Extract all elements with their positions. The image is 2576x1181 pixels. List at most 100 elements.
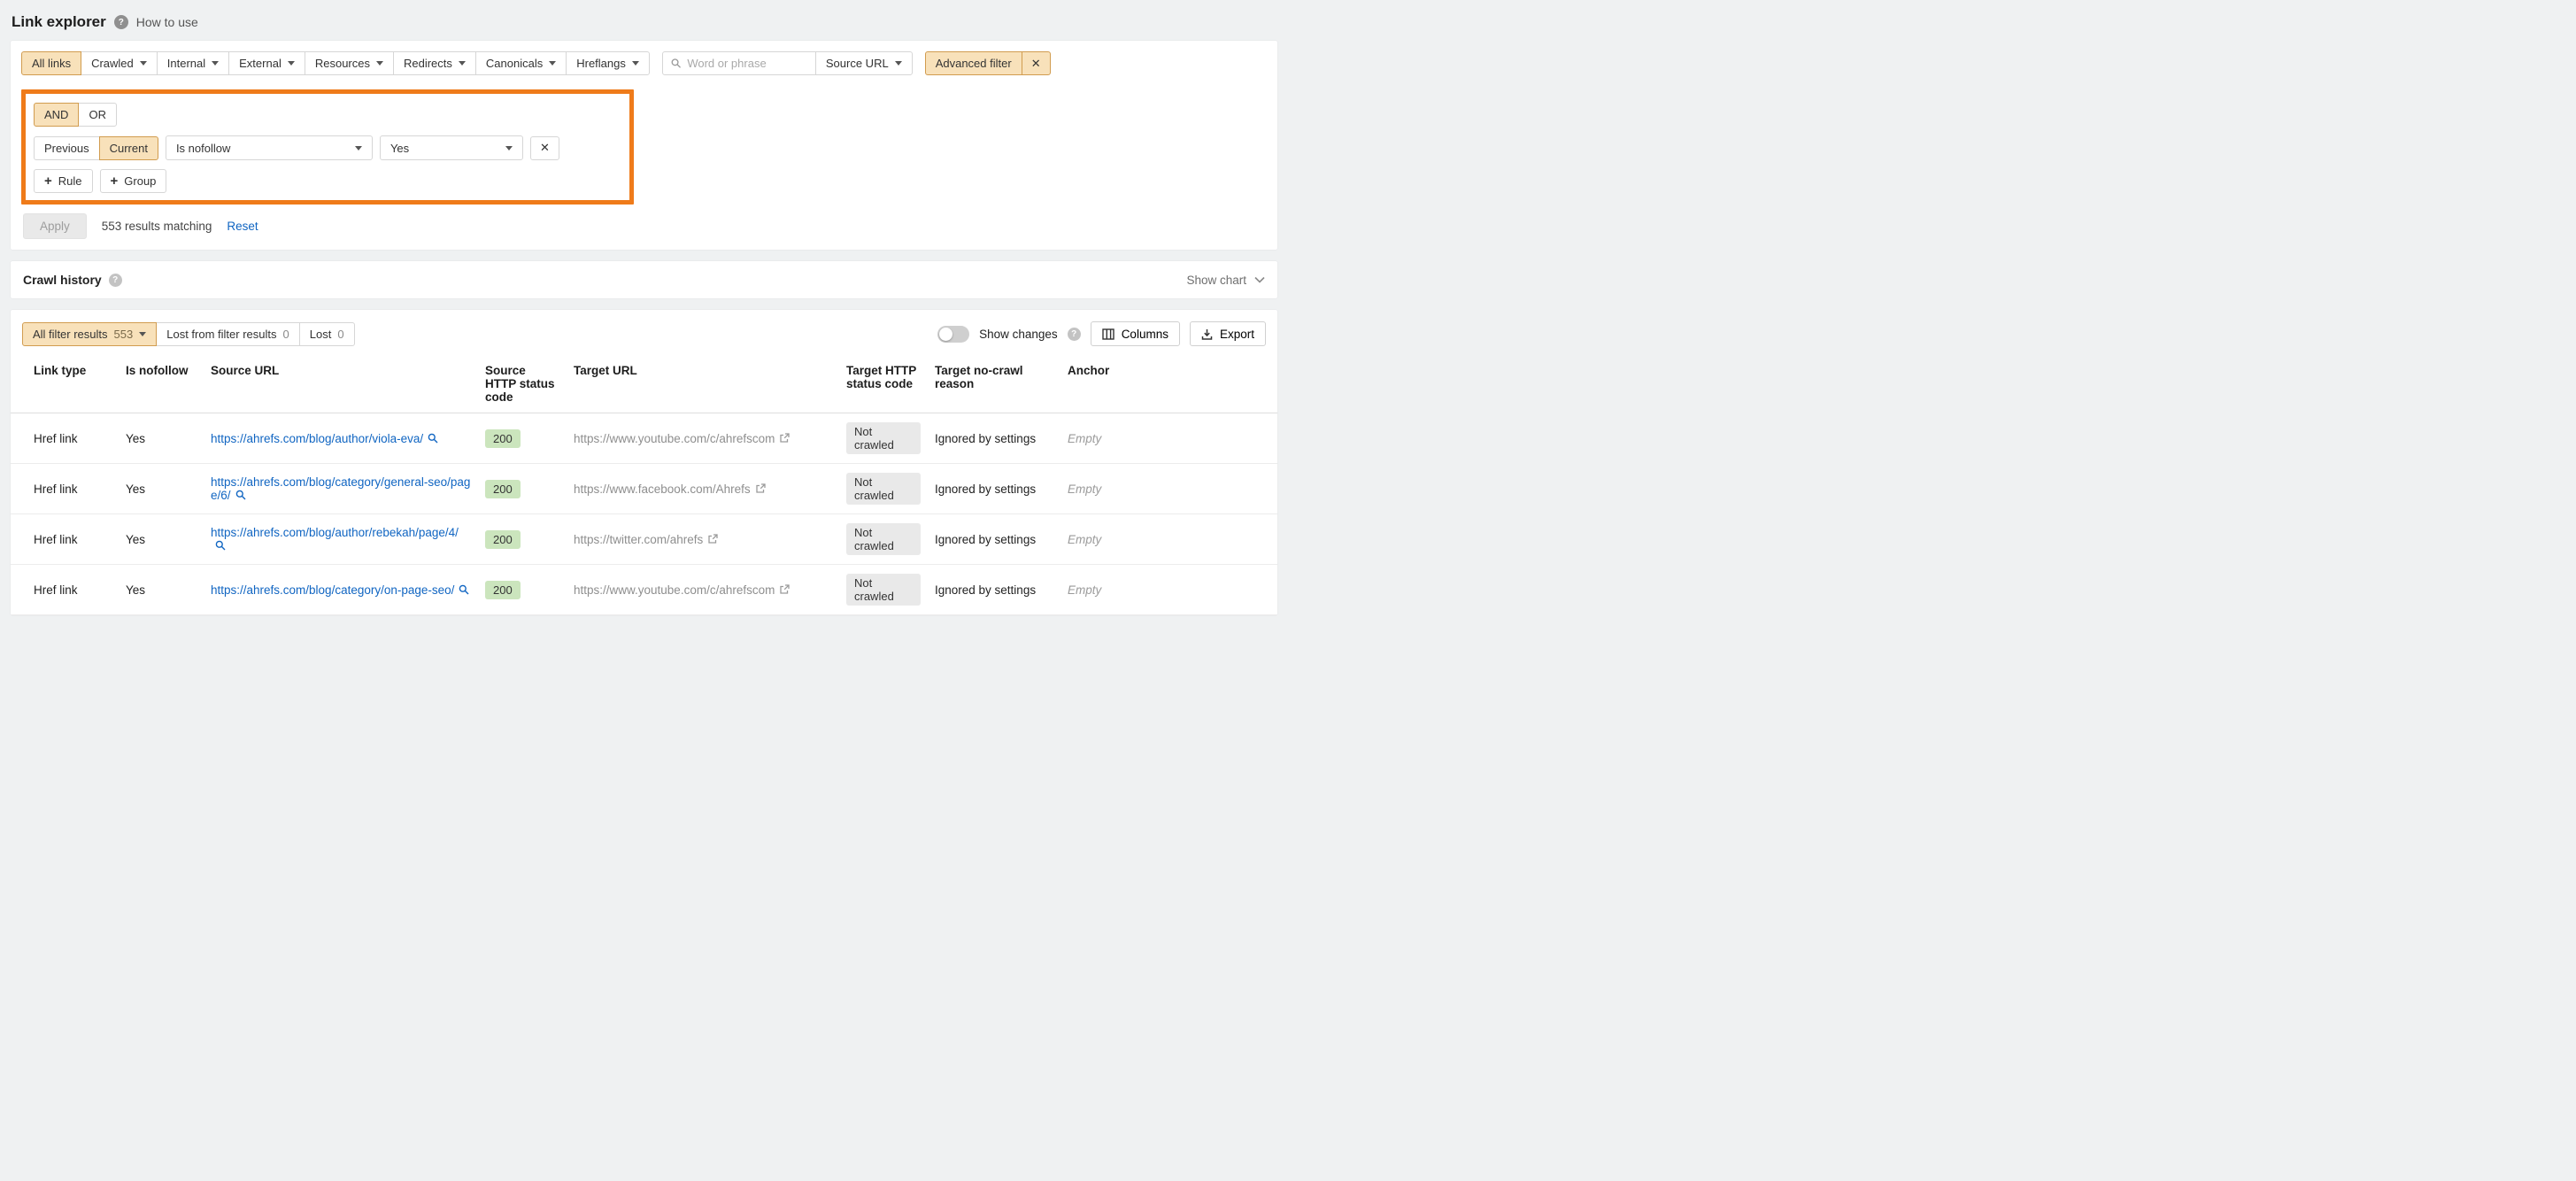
col-header-anchor[interactable]: Anchor bbox=[1068, 355, 1277, 413]
source-url-link[interactable]: https://ahrefs.com/blog/category/general… bbox=[211, 475, 470, 502]
and-button[interactable]: AND bbox=[34, 103, 79, 127]
status-badge: Not crawled bbox=[846, 574, 921, 606]
inspect-icon[interactable] bbox=[428, 433, 438, 444]
filter-redirects-button[interactable]: Redirects bbox=[393, 51, 476, 75]
filter-canonicals-button[interactable]: Canonicals bbox=[475, 51, 567, 75]
filter-resources-button[interactable]: Resources bbox=[305, 51, 394, 75]
cell-link-type: Href link bbox=[11, 565, 126, 615]
advanced-filter-close-button[interactable]: ✕ bbox=[1022, 51, 1051, 75]
tab-all-filter-results[interactable]: All filter results 553 bbox=[22, 322, 157, 346]
remove-rule-button[interactable]: ✕ bbox=[530, 136, 559, 160]
columns-label: Columns bbox=[1122, 328, 1168, 341]
source-url-dropdown[interactable]: Source URL bbox=[815, 51, 913, 75]
columns-button[interactable]: Columns bbox=[1091, 321, 1180, 346]
show-chart-toggle[interactable]: Show chart bbox=[1186, 274, 1265, 287]
crawl-history-header: Crawl history ? bbox=[23, 273, 122, 287]
apply-button[interactable]: Apply bbox=[23, 213, 87, 239]
tab-count: 553 bbox=[114, 328, 134, 341]
results-card: All filter results 553 Lost from filter … bbox=[11, 310, 1277, 615]
source-url-link[interactable]: https://ahrefs.com/blog/author/rebekah/p… bbox=[211, 526, 459, 539]
rule-row: Previous Current Is nofollow Yes ✕ bbox=[34, 135, 634, 160]
cell-target-url: https://www.youtube.com/c/ahrefscom bbox=[574, 565, 846, 615]
col-header-is-nofollow[interactable]: Is nofollow bbox=[126, 355, 211, 413]
status-badge: Not crawled bbox=[846, 473, 921, 505]
search-group: Source URL bbox=[662, 51, 913, 75]
filter-canonicals-label: Canonicals bbox=[486, 57, 543, 70]
inspect-icon[interactable] bbox=[235, 490, 246, 500]
col-header-no-crawl-reason[interactable]: Target no-crawl reason bbox=[935, 355, 1068, 413]
filter-external-button[interactable]: External bbox=[228, 51, 305, 75]
external-link-icon[interactable] bbox=[779, 433, 790, 444]
export-button[interactable]: Export bbox=[1190, 321, 1266, 346]
status-badge: Not crawled bbox=[846, 523, 921, 555]
external-link-icon[interactable] bbox=[755, 483, 766, 494]
inspect-icon[interactable] bbox=[459, 584, 469, 595]
inspect-icon[interactable] bbox=[215, 540, 226, 551]
or-button[interactable]: OR bbox=[78, 103, 117, 127]
plus-icon: + bbox=[111, 174, 119, 188]
col-header-target-url[interactable]: Target URL bbox=[574, 355, 846, 413]
cell-is-nofollow: Yes bbox=[126, 514, 211, 565]
tab-label: Lost bbox=[310, 328, 332, 341]
filter-all-links-button[interactable]: All links bbox=[21, 51, 81, 75]
page-header: Link explorer ? How to use bbox=[0, 0, 1288, 41]
current-label: Current bbox=[110, 142, 148, 155]
col-header-target-status[interactable]: Target HTTP status code bbox=[846, 355, 935, 413]
filter-crawled-button[interactable]: Crawled bbox=[81, 51, 158, 75]
or-label: OR bbox=[89, 108, 106, 121]
crawl-history-card: Crawl history ? Show chart bbox=[11, 261, 1277, 298]
source-url-link[interactable]: https://ahrefs.com/blog/author/viola-eva… bbox=[211, 432, 423, 445]
caret-down-icon bbox=[140, 61, 147, 66]
add-rule-button[interactable]: + Rule bbox=[34, 169, 93, 193]
col-header-source-url[interactable]: Source URL bbox=[211, 355, 485, 413]
help-icon[interactable]: ? bbox=[1068, 328, 1081, 341]
external-link-icon[interactable] bbox=[779, 584, 790, 595]
cell-target-status: Not crawled bbox=[846, 565, 935, 615]
external-link-icon[interactable] bbox=[707, 534, 718, 544]
advanced-filter-button[interactable]: Advanced filter bbox=[925, 51, 1022, 75]
filter-internal-button[interactable]: Internal bbox=[157, 51, 229, 75]
previous-button[interactable]: Previous bbox=[34, 136, 100, 160]
how-to-use-link[interactable]: How to use bbox=[136, 15, 198, 29]
caret-down-icon bbox=[549, 61, 556, 66]
tab-lost[interactable]: Lost 0 bbox=[299, 322, 355, 346]
caret-down-icon bbox=[895, 61, 902, 66]
filter-crawled-label: Crawled bbox=[91, 57, 134, 70]
show-chart-label: Show chart bbox=[1186, 274, 1246, 287]
cell-link-type: Href link bbox=[11, 413, 126, 464]
caret-down-icon bbox=[288, 61, 295, 66]
source-url-link[interactable]: https://ahrefs.com/blog/category/on-page… bbox=[211, 583, 454, 597]
add-rule-label: Rule bbox=[58, 174, 82, 188]
reset-link[interactable]: Reset bbox=[227, 220, 258, 233]
col-header-source-status[interactable]: Source HTTP status code bbox=[485, 355, 574, 413]
cell-source-url: https://ahrefs.com/blog/author/rebekah/p… bbox=[211, 514, 485, 565]
cell-anchor: Empty bbox=[1068, 464, 1277, 514]
current-button[interactable]: Current bbox=[99, 136, 158, 160]
and-label: AND bbox=[44, 108, 68, 121]
table-row: Href link Yes https://ahrefs.com/blog/au… bbox=[11, 413, 1277, 464]
filter-hreflangs-button[interactable]: Hreflangs bbox=[566, 51, 650, 75]
cell-source-status: 200 bbox=[485, 413, 574, 464]
search-box[interactable] bbox=[662, 51, 816, 75]
and-or-segment: AND OR bbox=[34, 103, 117, 127]
results-tabs: All filter results 553 Lost from filter … bbox=[22, 322, 355, 346]
cell-is-nofollow: Yes bbox=[126, 565, 211, 615]
search-input[interactable] bbox=[687, 57, 807, 70]
filter-resources-label: Resources bbox=[315, 57, 370, 70]
source-url-label: Source URL bbox=[826, 57, 889, 70]
add-buttons-row: + Rule +Group bbox=[34, 169, 634, 193]
cell-no-crawl-reason: Ignored by settings bbox=[935, 565, 1068, 615]
plus-icon: + bbox=[44, 174, 52, 188]
table-row: Href link Yes https://ahrefs.com/blog/ca… bbox=[11, 565, 1277, 615]
add-group-button[interactable]: +Group bbox=[100, 169, 167, 193]
help-icon[interactable]: ? bbox=[109, 274, 122, 287]
tab-lost-from-filter-results[interactable]: Lost from filter results 0 bbox=[156, 322, 300, 346]
show-changes-toggle[interactable] bbox=[937, 326, 969, 343]
columns-icon bbox=[1102, 328, 1114, 340]
help-icon[interactable]: ? bbox=[114, 15, 128, 29]
caret-down-icon bbox=[505, 146, 513, 151]
cell-target-url: https://twitter.com/ahrefs bbox=[574, 514, 846, 565]
col-header-link-type[interactable]: Link type bbox=[11, 355, 126, 413]
rule-field-select[interactable]: Is nofollow bbox=[166, 135, 373, 160]
rule-value-select[interactable]: Yes bbox=[380, 135, 523, 160]
